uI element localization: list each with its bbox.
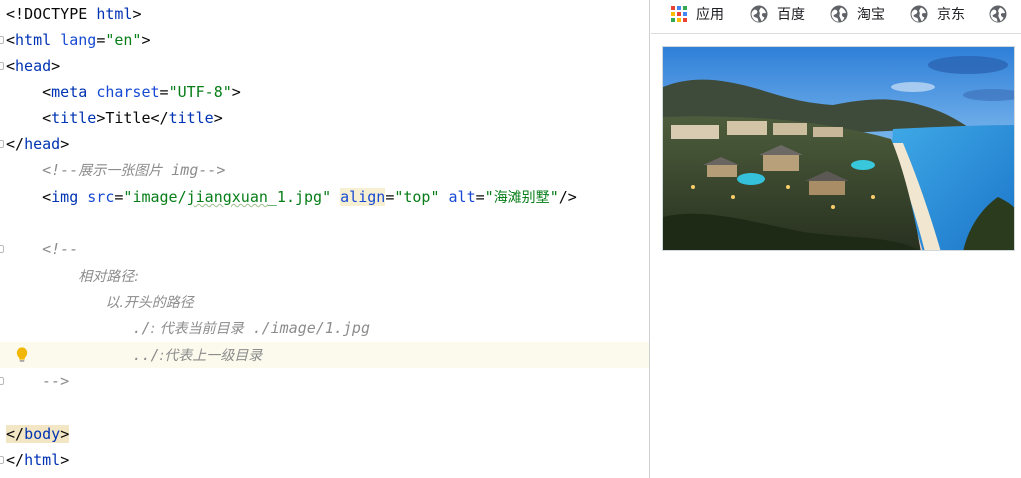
code-line-8[interactable]: <img src="image/jiangxuan_1.jpg" align="… (0, 184, 649, 210)
code-editor[interactable]: <!DOCTYPE html> <html lang="en"> <head> … (0, 0, 650, 478)
code-line-5[interactable]: <title>Title</title> (0, 105, 649, 131)
bookmark-baidu[interactable]: 百度 (750, 0, 805, 28)
code-line-18[interactable]: </html> (0, 447, 649, 473)
code-line-1[interactable]: <!DOCTYPE html> (0, 1, 649, 27)
bookmarks-bar: 应用 百度 淘宝 京东 (651, 0, 1021, 34)
globe-icon (830, 5, 848, 23)
bookmark-apps[interactable]: 应用 (671, 0, 724, 28)
code-line-13[interactable]: ./: 代表当前目录 ./image/1.jpg (0, 315, 649, 341)
code-line-7[interactable]: <!--展示一张图片 img--> (0, 157, 649, 183)
bookmark-label: 百度 (777, 6, 805, 22)
apps-grid-icon (671, 6, 687, 22)
fold-marker[interactable] (0, 140, 4, 148)
code-line-10[interactable]: <!-- (0, 236, 649, 262)
fold-marker[interactable] (0, 377, 4, 385)
globe-icon (989, 5, 1007, 23)
code-line-12[interactable]: 以.开头的路径 (0, 289, 649, 315)
code-line-2[interactable]: <html lang="en"> (0, 27, 649, 53)
code-line-4[interactable]: <meta charset="UTF-8"> (0, 79, 649, 105)
bookmark-truncated[interactable] (989, 0, 1007, 28)
code-line-11[interactable]: 相对路径: (0, 263, 649, 289)
browser-preview: 应用 百度 淘宝 京东 (651, 0, 1021, 478)
globe-icon (910, 5, 928, 23)
bookmark-taobao[interactable]: 淘宝 (830, 0, 885, 28)
code-line-14-current[interactable]: ../:代表上一级目录 (0, 342, 649, 368)
globe-icon (750, 5, 768, 23)
bookmark-label: 应用 (696, 6, 724, 22)
beach-villa-image (662, 46, 1015, 251)
code-line-3[interactable]: <head> (0, 53, 649, 79)
deprecated-attribute: align (340, 188, 386, 206)
fold-marker[interactable] (0, 245, 4, 253)
fold-marker[interactable] (0, 62, 4, 70)
fold-marker[interactable] (0, 36, 4, 44)
code-line-6[interactable]: </head> (0, 131, 649, 157)
bookmark-label: 京东 (937, 6, 965, 22)
code-line-17[interactable]: </body> (0, 421, 649, 447)
bookmark-jd[interactable]: 京东 (910, 0, 965, 28)
fold-marker[interactable] (0, 456, 4, 464)
code-line-15[interactable]: --> (0, 368, 649, 394)
bookmark-label: 淘宝 (857, 6, 885, 22)
brace-match-highlight: </body> (6, 425, 70, 443)
